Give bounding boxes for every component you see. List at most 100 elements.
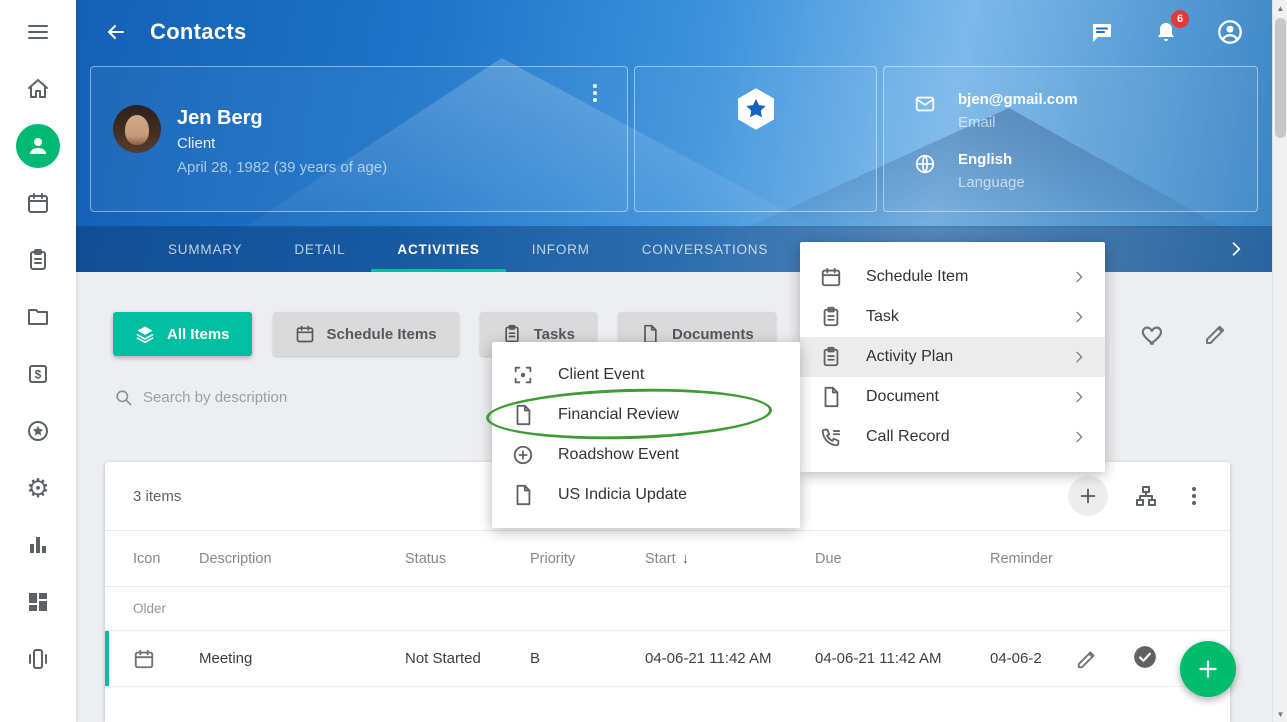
notifications-icon[interactable]: 6 <box>1152 18 1180 46</box>
layers-icon <box>135 324 155 344</box>
menu-item-document[interactable]: Document <box>800 377 1105 417</box>
menu-item-task[interactable]: Task <box>800 297 1105 337</box>
billing-icon[interactable]: $ <box>16 352 60 396</box>
chat-icon[interactable] <box>1088 18 1116 46</box>
chevron-right-icon <box>1071 349 1087 365</box>
reports-icon[interactable] <box>16 523 60 567</box>
tasks-icon[interactable] <box>16 238 60 282</box>
col-icon[interactable]: Icon <box>133 551 199 567</box>
scroll-down-arrow-icon[interactable]: ▼ <box>1273 706 1287 722</box>
contact-info-card: bjen@gmail.com Email English Language <box>883 66 1258 212</box>
document-icon <box>640 324 660 344</box>
folder-icon[interactable] <box>16 295 60 339</box>
plus-icon <box>1077 485 1099 507</box>
chevron-right-icon <box>1071 269 1087 285</box>
menu-item-financial-review[interactable]: Financial Review <box>492 395 800 435</box>
email-value[interactable]: bjen@gmail.com <box>958 89 1078 111</box>
header-cards: Jen Berg Client April 28, 1982 (39 years… <box>90 66 1258 212</box>
tab-inform[interactable]: INFORM <box>506 226 616 272</box>
dashboard-icon[interactable] <box>16 580 60 624</box>
menu-item-client-event[interactable]: Client Event <box>492 355 800 395</box>
profile-more-icon[interactable] <box>585 81 605 105</box>
chevron-right-icon <box>1071 309 1087 325</box>
activity-plan-icon <box>820 346 842 368</box>
table-header-row: Icon Description Status Priority Start ↓… <box>105 531 1230 586</box>
row-edit-pencil-icon[interactable] <box>1076 648 1098 670</box>
profile-card: Jen Berg Client April 28, 1982 (39 years… <box>90 66 628 212</box>
language-value: English <box>958 149 1025 171</box>
call-record-icon <box>820 426 842 448</box>
items-count: 3 items <box>133 488 181 505</box>
star-hexagon-icon[interactable] <box>732 85 780 211</box>
add-item-menu: Schedule Item Task Activity Plan Documen… <box>800 242 1105 472</box>
table-row[interactable]: Meeting Not Started B 04-06-21 11:42 AM … <box>105 631 1230 687</box>
contact-header: Contacts 6 Jen Berg Client <box>76 0 1272 272</box>
tab-detail[interactable]: DETAIL <box>268 226 371 272</box>
menu-item-schedule-item[interactable]: Schedule Item <box>800 257 1105 297</box>
row-due: 04-06-21 11:42 AM <box>815 650 990 667</box>
mobile-icon[interactable] <box>16 637 60 681</box>
all-items-filter-button[interactable]: All Items <box>113 312 252 356</box>
add-item-button[interactable] <box>1068 476 1108 516</box>
contact-role: Client <box>177 131 387 156</box>
plus-circle-icon <box>512 444 534 466</box>
document-icon <box>512 484 534 506</box>
left-sidebar: $ ⚙ <box>0 0 76 722</box>
scrollbar-thumb[interactable] <box>1275 18 1286 138</box>
row-complete-check-icon[interactable] <box>1132 644 1158 674</box>
menu-item-activity-plan[interactable]: Activity Plan <box>800 337 1105 377</box>
col-due[interactable]: Due <box>815 551 990 567</box>
plus-icon <box>1195 656 1221 682</box>
account-icon[interactable] <box>1216 18 1244 46</box>
row-status: Not Started <box>405 650 530 667</box>
search-input[interactable] <box>143 389 463 406</box>
calendar-icon[interactable] <box>16 181 60 225</box>
svg-text:$: $ <box>35 368 42 382</box>
email-label: Email <box>958 111 1078 135</box>
chevron-right-icon <box>1071 429 1087 445</box>
client-event-icon <box>512 364 534 386</box>
row-reminder: 04-06-2 <box>990 650 1070 667</box>
profile-avatar[interactable] <box>113 105 161 153</box>
calendar-icon <box>295 324 315 344</box>
email-icon <box>914 89 936 135</box>
menu-item-call-record[interactable]: Call Record <box>800 417 1105 457</box>
group-row-older: Older <box>105 587 1230 631</box>
fab-add-button[interactable] <box>1180 641 1236 697</box>
tab-activities[interactable]: ACTIVITIES <box>371 226 505 272</box>
settings-icon[interactable]: ⚙ <box>16 466 60 510</box>
topbar: Contacts 6 <box>76 0 1272 64</box>
back-icon[interactable] <box>98 14 134 50</box>
activity-plan-submenu: Client Event Financial Review Roadshow E… <box>492 342 800 528</box>
chevron-right-icon <box>1071 389 1087 405</box>
edit-pencil-icon[interactable] <box>1204 322 1228 348</box>
favorites-icon[interactable] <box>16 409 60 453</box>
tab-conversations[interactable]: CONVERSATIONS <box>616 226 794 272</box>
scroll-up-arrow-icon[interactable]: ▲ <box>1273 0 1287 16</box>
home-icon[interactable] <box>16 67 60 111</box>
vertical-scrollbar[interactable]: ▲ ▼ <box>1272 0 1287 722</box>
contacts-icon[interactable] <box>16 124 60 168</box>
schedule-items-filter-button[interactable]: Schedule Items <box>273 312 459 356</box>
hierarchy-view-icon[interactable] <box>1134 484 1158 508</box>
row-description[interactable]: Meeting <box>199 650 405 667</box>
menu-icon[interactable] <box>16 10 60 54</box>
row-priority: B <box>530 650 645 667</box>
menu-item-roadshow-event[interactable]: Roadshow Event <box>492 435 800 475</box>
tabs-overflow-chevron-icon[interactable] <box>1226 226 1246 272</box>
badge-card <box>634 66 877 212</box>
col-status[interactable]: Status <box>405 551 530 567</box>
col-priority[interactable]: Priority <box>530 551 645 567</box>
col-reminder[interactable]: Reminder <box>990 551 1070 567</box>
tab-summary[interactable]: SUMMARY <box>142 226 268 272</box>
row-start: 04-06-21 11:42 AM <box>645 650 815 667</box>
language-row: English Language <box>914 149 1257 195</box>
menu-item-us-indicia-update[interactable]: US Indicia Update <box>492 475 800 515</box>
list-more-icon[interactable] <box>1184 484 1204 508</box>
search-row <box>114 388 463 407</box>
favorite-heart-icon[interactable] <box>1140 322 1166 348</box>
document-icon <box>512 404 534 426</box>
search-icon <box>114 388 133 407</box>
col-start[interactable]: Start ↓ <box>645 550 815 567</box>
col-description[interactable]: Description <box>199 551 405 567</box>
